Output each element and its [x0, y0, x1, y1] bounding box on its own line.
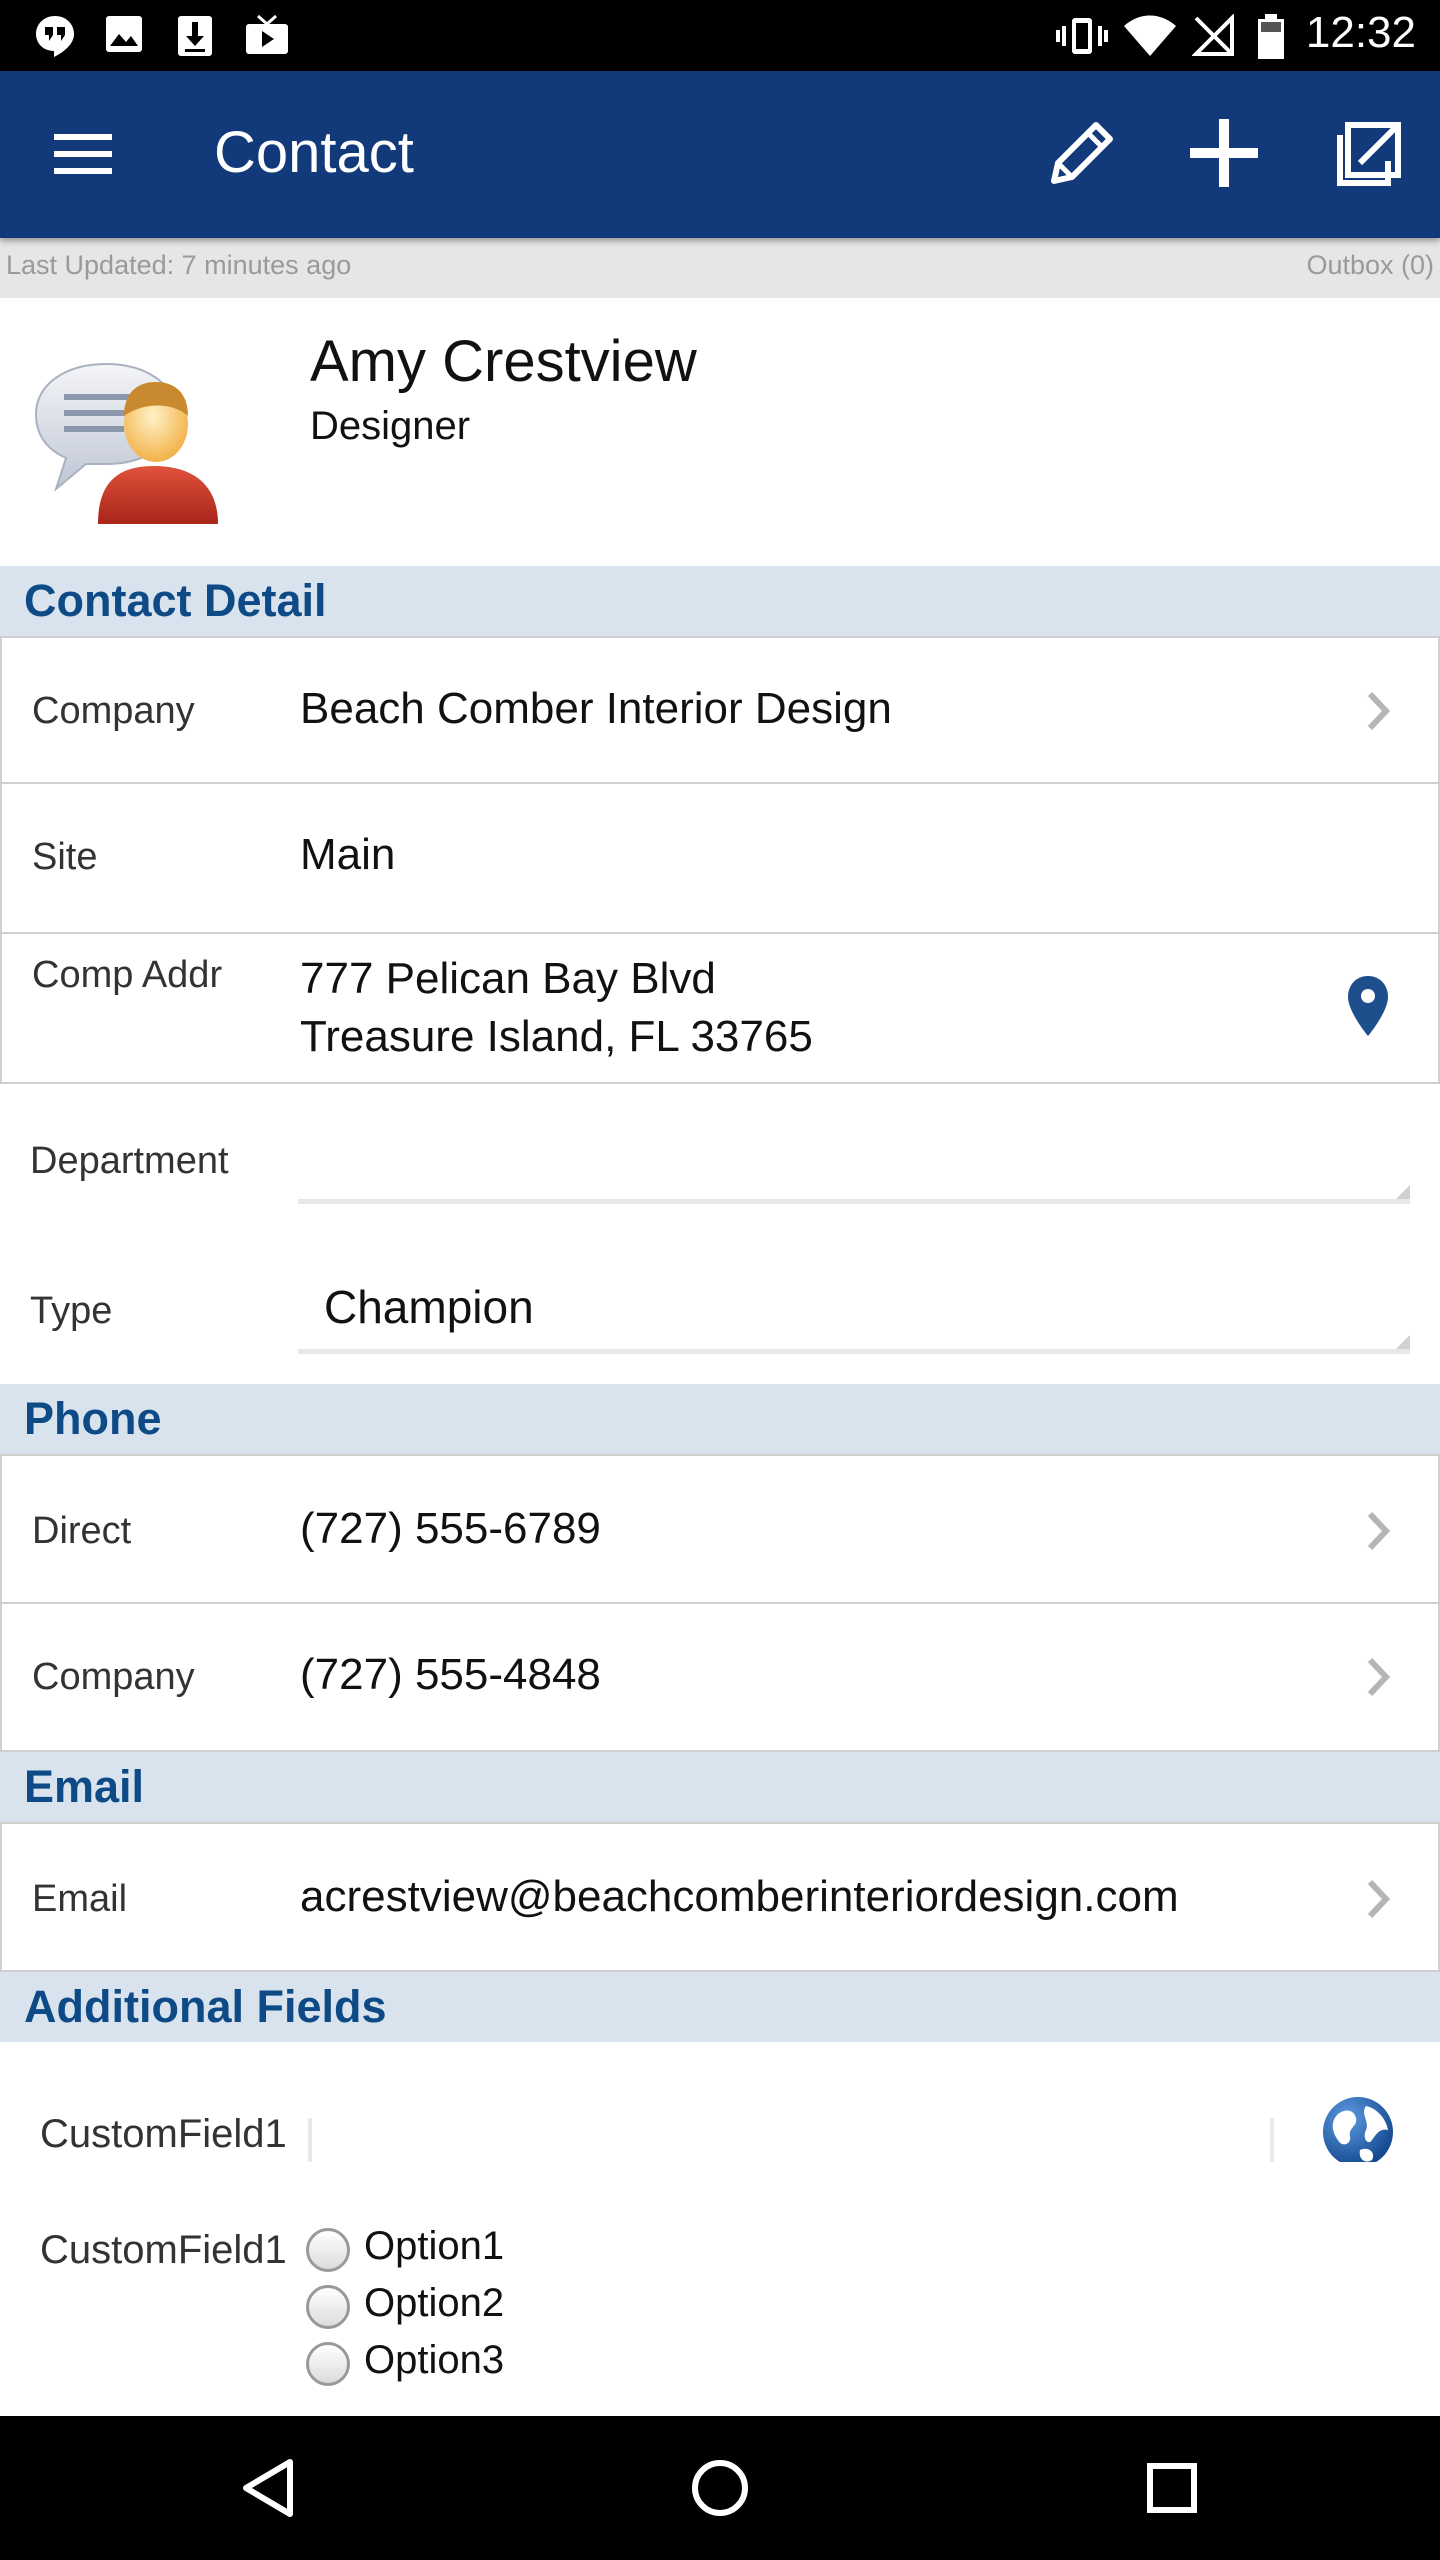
battery-icon [1258, 14, 1284, 59]
type-label: Type [30, 1290, 113, 1332]
comp-addr-line1: 777 Pelican Bay Blvd [300, 954, 716, 1003]
radio-option-label: Option2 [364, 2281, 505, 2325]
department-label: Department [30, 1140, 229, 1182]
radio-button[interactable] [306, 2285, 350, 2329]
custom-radio-row: CustomField1 Option1 Option2 Option3 [0, 2162, 1440, 2416]
no-signal-icon [1192, 14, 1234, 56]
section-header-contact-detail: Contact Detail [0, 566, 1440, 636]
hamburger-menu-icon[interactable] [48, 126, 118, 182]
company-value: Beach Comber Interior Design [300, 684, 892, 733]
chevron-right-icon [1367, 1511, 1391, 1551]
contact-screen: 12:32 Contact Last Updated: 7 minutes ag… [0, 0, 1440, 2560]
email-row[interactable]: Email acrestview@beachcomberinteriordesi… [0, 1822, 1440, 1972]
site-label: Site [32, 836, 98, 878]
system-navigation-bar [0, 2416, 1440, 2560]
radio-option-label: Option1 [364, 2224, 505, 2268]
section-header-phone: Phone [0, 1384, 1440, 1454]
page-title: Contact [214, 120, 414, 185]
map-pin-icon[interactable] [1346, 974, 1390, 1038]
department-row[interactable]: Department [0, 1084, 1440, 1234]
email-label: Email [32, 1878, 128, 1920]
chevron-right-icon [1367, 1657, 1391, 1697]
company-label: Company [32, 690, 195, 732]
edit-pencil-icon[interactable] [1040, 111, 1124, 195]
chevron-right-icon [1367, 691, 1391, 731]
wifi-icon [1124, 15, 1176, 56]
contact-profile-header: Amy Crestview Designer [0, 298, 1440, 566]
section-header-additional-fields: Additional Fields [0, 1972, 1440, 2042]
custom-field-label: CustomField1 [40, 2112, 287, 2156]
select-corner-indicator [1396, 1185, 1410, 1199]
globe-icon[interactable] [1320, 2094, 1396, 2170]
phone-company-row[interactable]: Company (727) 555-4848 [0, 1604, 1440, 1752]
radio-button[interactable] [306, 2228, 350, 2272]
contact-name: Amy Crestview [310, 329, 697, 394]
last-updated-text: Last Updated: 7 minutes ago [6, 250, 352, 280]
outbox-link[interactable]: Outbox (0) [1306, 250, 1434, 281]
download-icon [178, 16, 212, 56]
section-header-email: Email [0, 1752, 1440, 1822]
image-icon [106, 16, 142, 52]
radio-button[interactable] [306, 2342, 350, 2386]
select-corner-indicator [1396, 1335, 1410, 1349]
vibrate-icon [1056, 18, 1108, 54]
sync-status-bar: Last Updated: 7 minutes ago Outbox (0) [0, 238, 1440, 298]
home-icon[interactable] [684, 2452, 756, 2524]
department-select[interactable] [298, 1144, 1410, 1204]
type-row[interactable]: Type Champion [0, 1234, 1440, 1384]
direct-value: (727) 555-6789 [300, 1504, 601, 1553]
phone-company-value: (727) 555-4848 [300, 1650, 601, 1699]
status-bar: 12:32 [0, 0, 1440, 71]
company-row[interactable]: Company Beach Comber Interior Design [0, 636, 1440, 784]
app-bar: Contact [0, 71, 1440, 238]
custom-radio-label: CustomField1 [40, 2228, 287, 2272]
type-value: Champion [324, 1281, 534, 1333]
clock: 12:32 [1305, 8, 1416, 57]
contact-avatar-icon [34, 362, 218, 524]
email-value: acrestview@beachcomberinteriordesign.com [300, 1872, 1179, 1921]
share-export-icon[interactable] [1326, 111, 1410, 195]
hangouts-icon [36, 16, 74, 57]
comp-addr-label: Comp Addr [32, 954, 223, 996]
media-icon [246, 14, 288, 54]
phone-direct-row[interactable]: Direct (727) 555-6789 [0, 1454, 1440, 1604]
back-icon[interactable] [232, 2452, 304, 2524]
custom-text-row: CustomField1 [0, 2042, 1440, 2178]
chevron-right-icon [1367, 1879, 1391, 1919]
direct-label: Direct [32, 1510, 132, 1552]
radio-option-label: Option3 [364, 2338, 505, 2382]
site-row: Site Main [0, 784, 1440, 934]
comp-addr-line2: Treasure Island, FL 33765 [300, 1012, 813, 1061]
site-value: Main [300, 830, 396, 879]
phone-company-label: Company [32, 1656, 195, 1698]
recents-icon[interactable] [1136, 2452, 1208, 2524]
comp-addr-row[interactable]: Comp Addr 777 Pelican Bay Blvd Treasure … [0, 934, 1440, 1084]
contact-role: Designer [310, 404, 471, 448]
add-plus-icon[interactable] [1182, 111, 1266, 195]
